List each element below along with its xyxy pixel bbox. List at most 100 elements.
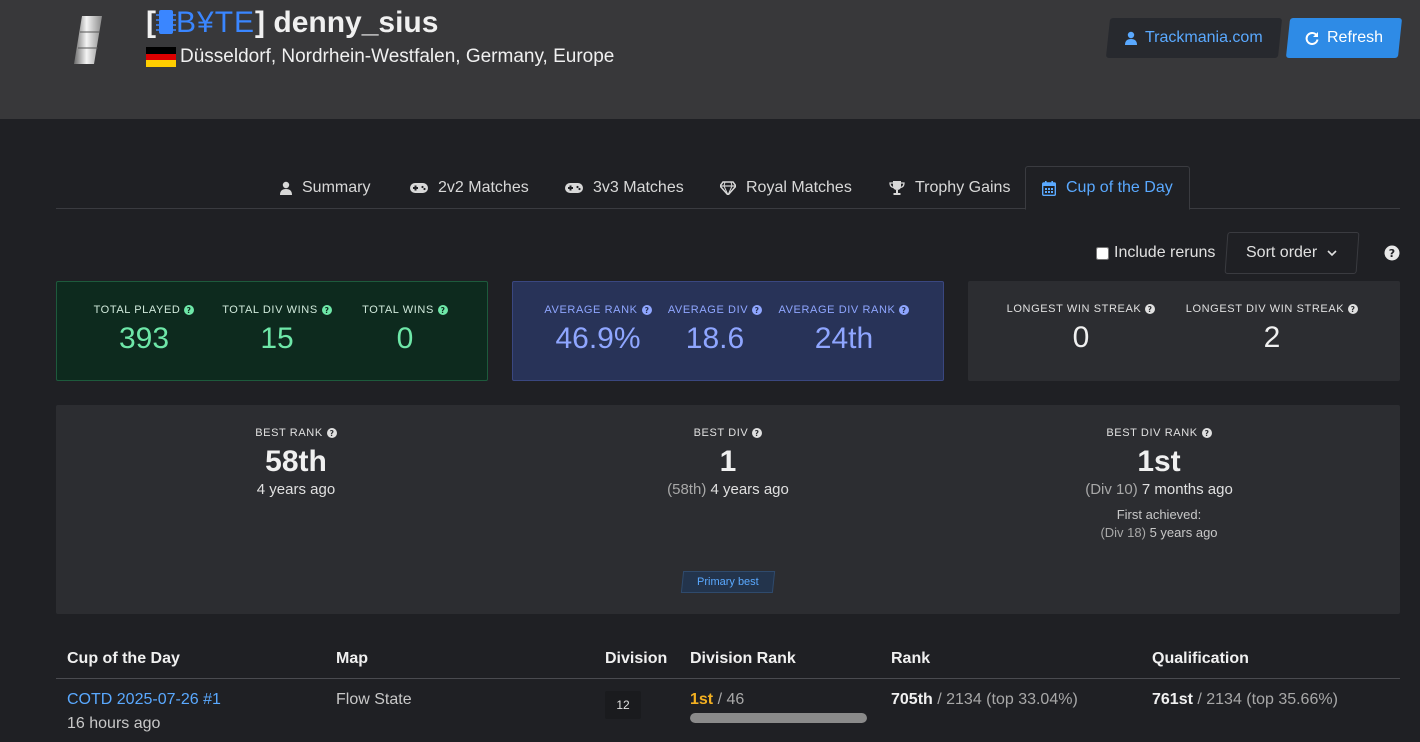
svg-text:?: ? (755, 306, 760, 315)
overall-rank-value: 705th (891, 691, 933, 708)
help-icon[interactable]: ? (1145, 304, 1156, 314)
header-map[interactable]: Map (336, 650, 368, 668)
header-division[interactable]: Division (605, 650, 667, 668)
best-time: 7 months ago (1141, 481, 1233, 498)
streaks-stats-box: LONGEST WIN STREAK? 0 LONGEST DIV WIN ST… (968, 281, 1400, 381)
totals-stats-box: TOTAL PLAYED? 393 TOTAL DIV WINS? 15 TOT… (56, 281, 488, 381)
tab-2v2-matches[interactable]: 2v2 Matches (394, 166, 545, 209)
include-reruns-label: Include reruns (1114, 244, 1216, 261)
best-time: 4 years ago (256, 481, 336, 498)
first-achieved-label: First achieved: (1116, 507, 1202, 522)
chip-icon (156, 10, 176, 34)
tab-royal-matches[interactable]: Royal Matches (704, 166, 868, 209)
help-icon[interactable]: ? (752, 305, 763, 315)
profile-header: [B¥TE] denny_sius Düsseldorf, Nordrhein-… (0, 0, 1420, 119)
stat-value: 0 (396, 322, 414, 355)
tab-summary[interactable]: Summary (264, 166, 386, 209)
tab-label: Trophy Gains (915, 178, 1011, 196)
stat-label: AVERAGE RANK (544, 304, 638, 316)
stat-value: 24th (814, 322, 874, 355)
player-name: [B¥TE] denny_sius (146, 6, 438, 40)
header-cup-of-the-day[interactable]: Cup of the Day (67, 650, 180, 668)
help-icon[interactable]: ? (1348, 304, 1359, 314)
user-icon (1125, 31, 1138, 45)
cotd-link[interactable]: COTD 2025-07-26 #1 (67, 691, 221, 709)
stat-label: AVERAGE DIV RANK (778, 304, 896, 316)
gamepad-icon (410, 182, 428, 193)
trackmania-link-label: Trackmania.com (1145, 29, 1263, 46)
help-icon[interactable]: ? (1384, 245, 1400, 261)
svg-text:?: ? (1204, 429, 1209, 438)
best-time: 4 years ago (710, 481, 789, 498)
svg-text:?: ? (1389, 247, 1395, 260)
best-rank: BEST RANK? 58th 4 years ago (146, 427, 446, 498)
tab-label: Royal Matches (746, 178, 852, 196)
refresh-icon (1305, 32, 1319, 45)
stat-longest-div-win-streak: LONGEST DIV WIN STREAK? 2 (1174, 303, 1370, 355)
best-results-panel: BEST RANK? 58th 4 years ago BEST DIV? 1 … (56, 405, 1400, 614)
stat-label: TOTAL WINS (362, 304, 434, 316)
sort-order-dropdown[interactable]: Sort order (1224, 232, 1360, 274)
help-icon[interactable]: ? (1201, 428, 1212, 438)
stat-value: 18.6 (685, 322, 745, 355)
tab-label: 2v2 Matches (438, 178, 529, 196)
tab-label: 3v3 Matches (593, 178, 684, 196)
table-header: Cup of the Day Map Division Division Ran… (56, 640, 1400, 679)
map-name[interactable]: Flow State (336, 691, 412, 709)
svg-text:?: ? (187, 306, 192, 315)
help-icon[interactable]: ? (641, 305, 652, 315)
best-value: 1st (1137, 445, 1181, 478)
include-reruns-toggle[interactable]: Include reruns (1096, 244, 1215, 262)
svg-text:?: ? (902, 306, 907, 315)
help-icon[interactable]: ? (321, 305, 332, 315)
header-rank[interactable]: Rank (891, 650, 930, 668)
header-division-rank[interactable]: Division Rank (690, 650, 796, 668)
header-qualification[interactable]: Qualification (1152, 650, 1249, 668)
include-reruns-checkbox[interactable] (1096, 246, 1109, 260)
trackmania-link-button[interactable]: Trackmania.com (1105, 18, 1283, 58)
club-tag-open: [ (146, 6, 156, 39)
best-label: BEST DIV (693, 427, 749, 439)
division-rank-value: 1st (690, 691, 714, 708)
qualification-rank: 761st / 2134 (top 35.66%) (1152, 691, 1338, 709)
svg-text:?: ? (644, 306, 649, 315)
primary-best-label: Primary best (697, 576, 759, 588)
qualification-rank-value: 761st (1152, 691, 1193, 708)
cotd-time: 16 hours ago (67, 715, 161, 732)
stat-average-div-rank: AVERAGE DIV RANK? 24th (769, 304, 919, 356)
first-achieved: First achieved: (Div 18) 5 years ago (1009, 506, 1309, 542)
refresh-button[interactable]: Refresh (1285, 18, 1403, 58)
player-location: Düsseldorf, Nordrhein-Westfalen, Germany… (146, 46, 614, 68)
table-row: COTD 2025-07-26 #1 16 hours ago Flow Sta… (56, 680, 1400, 742)
chevron-down-icon (1327, 249, 1338, 256)
svg-text:?: ? (329, 429, 334, 438)
best-sub: (Div 10) 7 months ago (1009, 481, 1309, 498)
division-rank-progress (690, 713, 867, 723)
best-sub-rank: (58th) (667, 481, 707, 498)
player-name-text: denny_sius (273, 6, 439, 39)
help-icon[interactable]: ? (899, 305, 910, 315)
overall-rank: 705th / 2134 (top 33.04%) (891, 691, 1078, 709)
diamond-icon (720, 180, 736, 195)
help-icon[interactable]: ? (752, 428, 763, 438)
help-icon[interactable]: ? (437, 305, 448, 315)
stat-label: TOTAL PLAYED (93, 304, 181, 316)
stat-value: 0 (1072, 321, 1090, 354)
tab-cup-of-the-day[interactable]: Cup of the Day (1025, 166, 1190, 210)
ranking-trophy-icon (74, 16, 102, 64)
stat-label: TOTAL DIV WINS (222, 304, 318, 316)
svg-text:?: ? (755, 429, 760, 438)
progress-fill (690, 713, 867, 723)
tab-trophy-gains[interactable]: Trophy Gains (873, 166, 1026, 209)
help-icon[interactable]: ? (184, 305, 195, 315)
stat-label: LONGEST DIV WIN STREAK (1185, 303, 1345, 315)
tab-3v3-matches[interactable]: 3v3 Matches (549, 166, 700, 209)
tab-label: Summary (302, 178, 371, 196)
stat-total-div-wins: TOTAL DIV WINS? 15 (209, 304, 345, 356)
user-icon (280, 181, 292, 195)
best-sub-div: (Div 10) (1085, 481, 1138, 498)
overall-rank-rest: / 2134 (top 33.04%) (932, 691, 1078, 708)
stat-label: AVERAGE DIV (667, 304, 749, 316)
best-div-rank: BEST DIV RANK? 1st (Div 10) 7 months ago… (1009, 427, 1309, 542)
help-icon[interactable]: ? (326, 428, 337, 438)
